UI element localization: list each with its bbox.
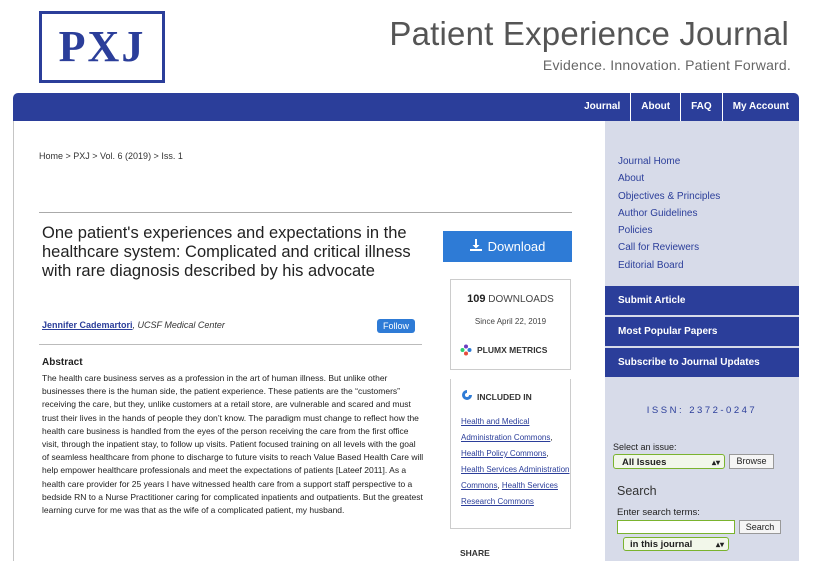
select-issue-value: All Issues <box>622 457 667 468</box>
nav-journal[interactable]: Journal <box>574 93 630 121</box>
most-popular-papers-button[interactable]: Most Popular Papers <box>605 317 799 346</box>
logo-text: PXJ <box>58 22 146 71</box>
downloads-label: DOWNLOADS <box>488 294 554 305</box>
search-scope-dropdown[interactable]: in this journal ▴▾ <box>623 537 729 551</box>
downloads-since: Since April 22, 2019 <box>474 317 547 326</box>
download-label: Download <box>487 239 546 254</box>
content-border <box>13 121 14 561</box>
site-title: Patient Experience Journal <box>389 15 789 52</box>
search-input[interactable] <box>617 520 735 534</box>
downloads-metrics-box: 109 DOWNLOADS Since April 22, 2019 PLUMX… <box>450 279 571 370</box>
sidebar-item-editorial-board[interactable]: Editorial Board <box>618 257 720 274</box>
author-institution: , UCSF Medical Center <box>132 320 225 330</box>
top-navbar: Journal About FAQ My Account <box>13 93 799 121</box>
sidebar-item-objectives[interactable]: Objectives & Principles <box>618 188 720 205</box>
plumx-label: PLUMX METRICS <box>477 345 548 355</box>
abstract-heading: Abstract <box>42 357 83 368</box>
search-heading: Search <box>617 484 657 498</box>
nav-about[interactable]: About <box>630 93 680 121</box>
breadcrumb[interactable]: Home > PXJ > Vol. 6 (2019) > Iss. 1 <box>39 151 183 161</box>
sidebar-item-about[interactable]: About <box>618 170 720 187</box>
dropdown-arrows-icon: ▴▾ <box>711 458 720 467</box>
included-in-links: Health and Medical Administration Common… <box>461 417 570 506</box>
plumx-icon <box>460 344 472 356</box>
right-sidebar: Journal Home About Objectives & Principl… <box>605 121 799 561</box>
follow-button[interactable]: Follow <box>376 319 415 333</box>
top-nav: Journal About FAQ My Account <box>574 93 799 121</box>
download-icon <box>469 239 482 254</box>
search-button[interactable]: Search <box>739 520 781 534</box>
sidebar-item-policies[interactable]: Policies <box>618 222 720 239</box>
select-issue-dropdown[interactable]: All Issues ▴▾ <box>613 454 725 469</box>
article-title: One patient's experiences and expectatio… <box>42 224 411 280</box>
submit-article-button[interactable]: Submit Article <box>605 286 799 315</box>
nav-faq[interactable]: FAQ <box>680 93 722 121</box>
nav-my-account[interactable]: My Account <box>721 93 799 121</box>
commons-link-health-medical-admin[interactable]: Health and Medical Administration Common… <box>461 417 550 442</box>
sidebar-item-call-for-reviewers[interactable]: Call for Reviewers <box>618 239 720 256</box>
journal-logo[interactable]: PXJ <box>39 11 165 83</box>
site-tagline: Evidence. Innovation. Patient Forward. <box>542 57 791 73</box>
subscribe-updates-button[interactable]: Subscribe to Journal Updates <box>605 348 799 377</box>
commons-icon <box>461 389 473 404</box>
abstract-text: The health care business serves as a pro… <box>42 373 424 516</box>
dropdown-arrows-icon: ▴▾ <box>715 540 724 549</box>
select-issue-label: Select an issue: <box>613 442 677 452</box>
downloads-count: 109 <box>467 293 486 305</box>
sidebar-links: Journal Home About Objectives & Principl… <box>618 153 720 274</box>
commons-link-health-policy[interactable]: Health Policy Commons <box>461 449 546 458</box>
included-in-heading: INCLUDED IN <box>461 389 532 404</box>
author-divider <box>39 344 422 345</box>
search-label: Enter search terms: <box>617 507 700 518</box>
plumx-metrics-link[interactable]: PLUMX METRICS <box>460 344 547 356</box>
title-divider <box>39 212 572 213</box>
share-heading: SHARE <box>460 548 490 558</box>
browse-button[interactable]: Browse <box>729 454 774 469</box>
sidebar-item-author-guidelines[interactable]: Author Guidelines <box>618 205 720 222</box>
author-row: Jennifer Cademartori, UCSF Medical Cente… <box>42 319 415 333</box>
included-in-box: INCLUDED IN Health and Medical Administr… <box>450 379 571 529</box>
issn: ISSN: 2372-0247 <box>646 405 758 416</box>
author-link[interactable]: Jennifer Cademartori <box>42 320 133 330</box>
download-button[interactable]: Download <box>443 231 572 262</box>
sidebar-item-journal-home[interactable]: Journal Home <box>618 153 720 170</box>
downloads-row: 109 DOWNLOADS <box>451 293 570 305</box>
search-scope-value: in this journal <box>630 539 693 550</box>
